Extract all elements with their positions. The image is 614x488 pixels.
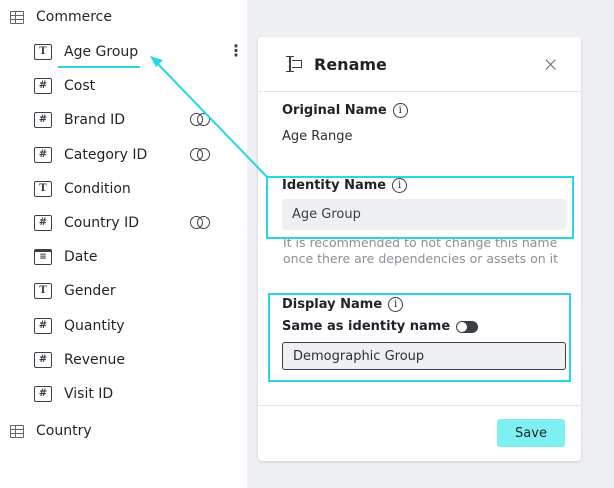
annotation-arrow xyxy=(150,56,269,179)
